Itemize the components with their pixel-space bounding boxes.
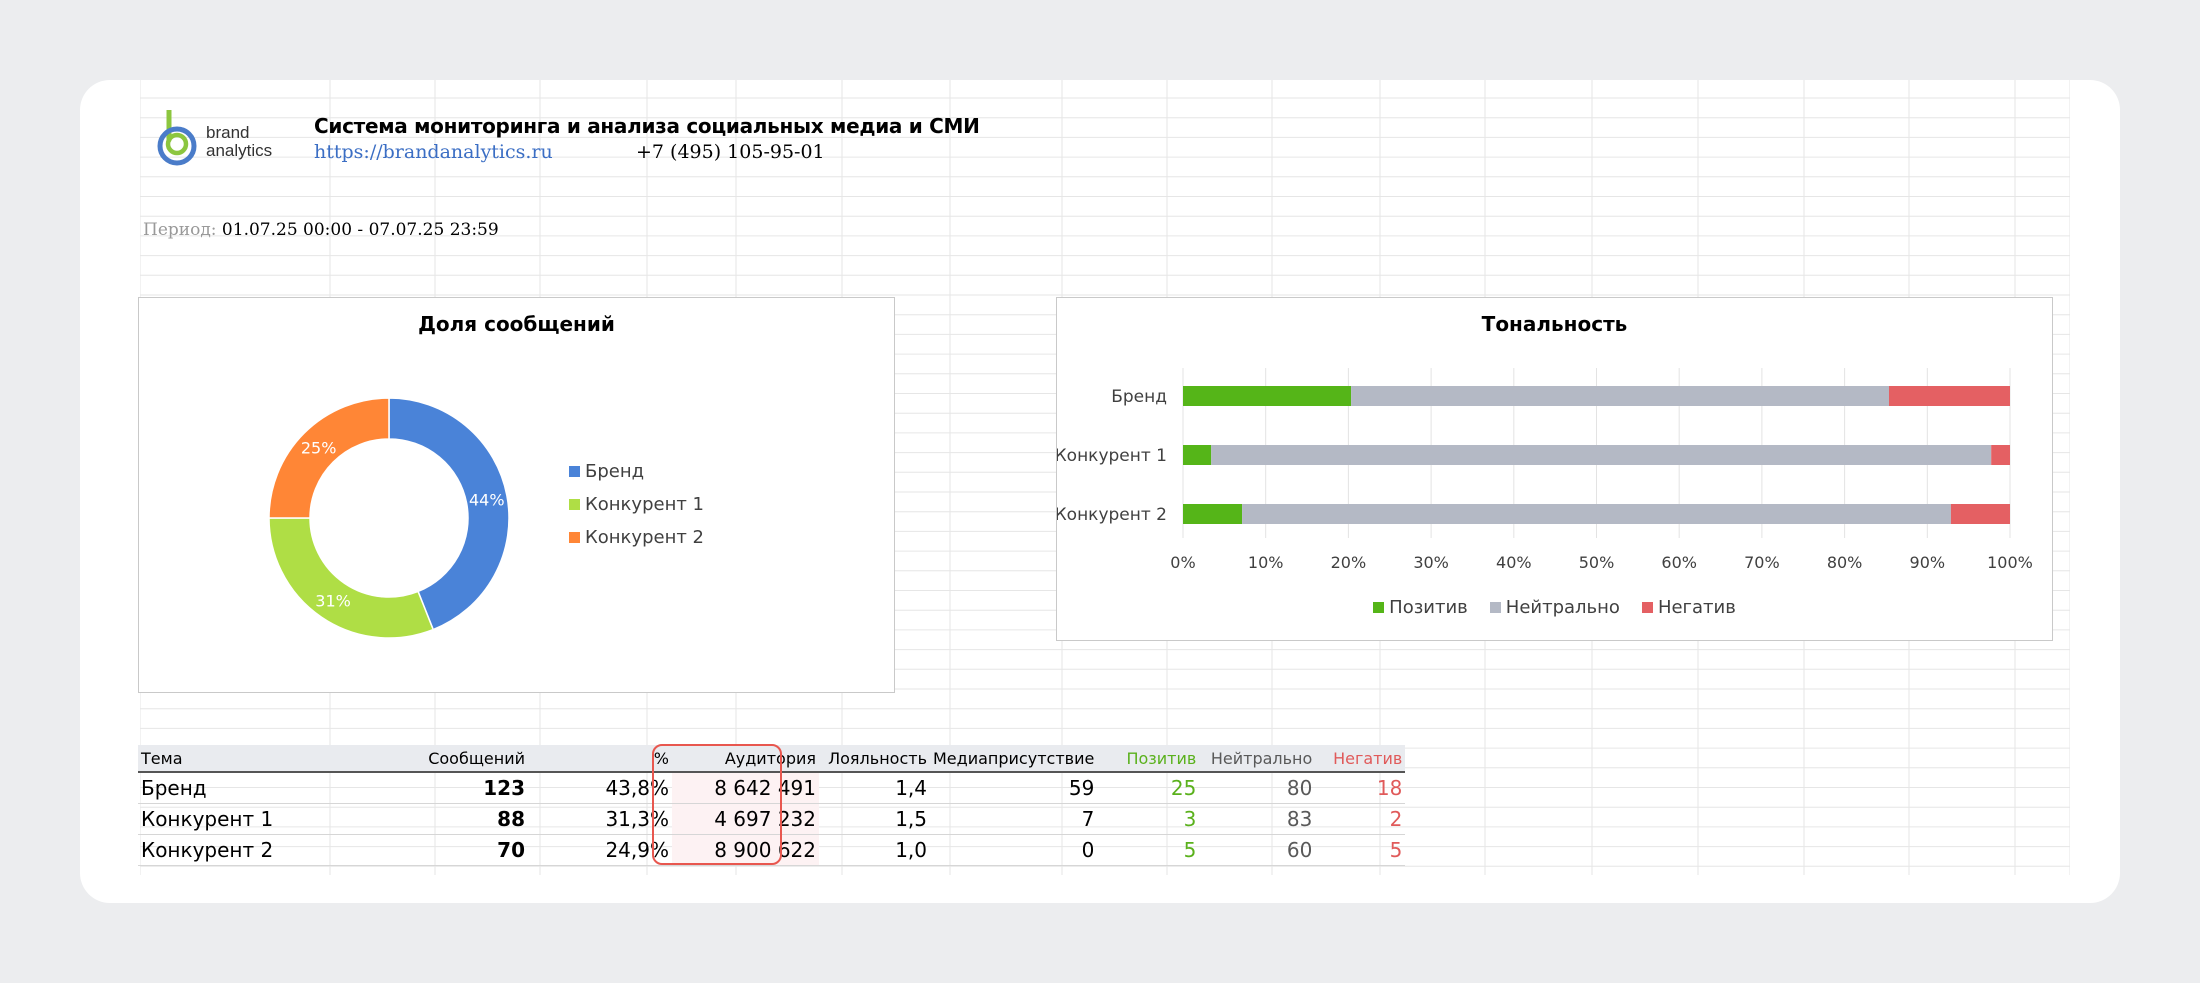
y-category-label: Конкурент 1 — [1057, 446, 1167, 466]
col-header-topic: Тема — [138, 745, 382, 773]
x-tick-label: 70% — [1744, 553, 1780, 572]
x-tick-label: 10% — [1248, 553, 1284, 572]
col-header-percent: % — [528, 745, 672, 773]
cell-neutral: 83 — [1199, 803, 1316, 835]
cell-positive: 5 — [1097, 834, 1200, 866]
donut-data-label: 44% — [469, 490, 505, 509]
x-tick-label: 60% — [1661, 553, 1697, 572]
y-category-label: Конкурент 2 — [1057, 505, 1167, 525]
phone-number: +7 (495) 105-95-01 — [636, 141, 825, 163]
y-category-label: Бренд — [1111, 387, 1167, 407]
cell-topic: Конкурент 1 — [138, 803, 382, 835]
legend-item-brand: Бренд — [569, 461, 644, 482]
legend-item-neutral: Нейтрально — [1489, 597, 1620, 618]
share-donut: 44% 31% 25% — [268, 397, 510, 639]
donut-data-label: 31% — [315, 591, 351, 610]
legend-label-competitor-2: Конкурент 2 — [585, 527, 705, 548]
legend-label-neutral: Нейтрально — [1505, 597, 1620, 618]
cell-neutral: 80 — [1199, 772, 1316, 804]
cell-media-presence: 0 — [930, 834, 1098, 866]
legend-item-competitor-2: Конкурент 2 — [569, 527, 704, 548]
col-header-media-presence: Медиаприсутствие — [930, 745, 1098, 773]
cell-negative: 18 — [1315, 772, 1406, 804]
x-tick-label: 40% — [1496, 553, 1532, 572]
col-header-neutral: Нейтрально — [1199, 745, 1316, 773]
col-header-loyalty: Лояльность — [819, 745, 930, 773]
share-chart[interactable]: Доля сообщений 44% 31% 25% Бренд Конкурент… — [138, 297, 895, 693]
cell-percent: 43,8% — [528, 772, 672, 804]
cell-positive: 25 — [1097, 772, 1200, 804]
cell-topic: Бренд — [138, 772, 382, 804]
cell-neutral: 60 — [1199, 834, 1316, 866]
logo-wordmark: brand analytics — [206, 124, 272, 160]
cell-percent: 31,3% — [528, 803, 672, 835]
cell-loyalty: 1,4 — [819, 772, 930, 804]
logo-word-brand: brand — [206, 123, 250, 142]
period-value: 01.07.25 00:00 - 07.07.25 23:59 — [216, 220, 499, 240]
cell-loyalty: 1,0 — [819, 834, 930, 866]
legend-label-negative: Негатив — [1657, 597, 1736, 618]
cell-messages: 70 — [382, 834, 528, 866]
bar-segment-positive — [1183, 386, 1352, 406]
bar-segment-negative — [1888, 386, 2010, 406]
legend-swatch-neutral — [1489, 602, 1501, 613]
cell-media-presence: 7 — [930, 803, 1098, 835]
legend-item-positive: Позитив — [1373, 597, 1468, 618]
cell-negative: 5 — [1315, 834, 1406, 866]
legend-label-positive: Позитив — [1389, 597, 1468, 618]
cell-percent: 24,9% — [528, 834, 672, 866]
donut-slice-competitor-2 — [268, 397, 390, 519]
audience-column-highlight — [652, 744, 782, 865]
x-tick-label: 90% — [1910, 553, 1946, 572]
bar-segment-positive — [1183, 504, 1243, 524]
donut-slice-competitor-1 — [268, 517, 435, 639]
share-chart-title: Доля сообщений — [418, 312, 615, 336]
website-link[interactable]: https://brandanalytics.ru — [314, 141, 553, 163]
cell-positive: 3 — [1097, 803, 1200, 835]
col-header-messages: Сообщений — [382, 745, 528, 773]
x-tick-label: 30% — [1413, 553, 1449, 572]
legend-item-competitor-1: Конкурент 1 — [569, 494, 704, 515]
period-label: Период: — [143, 220, 217, 240]
sentiment-bars: 0% 10% 20% 30% 40% 50% 60% 70% 80% 90% 100% Бренд Ко… — [1057, 368, 2033, 572]
page-title: Система мониторинга и анализа социальных… — [314, 114, 980, 138]
donut-data-label: 25% — [301, 439, 337, 458]
report-card: brand analytics Система мониторинга и ан… — [80, 80, 2120, 903]
bar-segment-neutral — [1351, 386, 1889, 406]
x-tick-label: 50% — [1579, 553, 1615, 572]
col-header-positive: Позитив — [1097, 745, 1200, 773]
legend-swatch-competitor-1 — [569, 499, 580, 510]
x-tick-label: 20% — [1331, 553, 1367, 572]
legend-item-negative: Негатив — [1641, 597, 1736, 618]
cell-loyalty: 1,5 — [819, 803, 930, 835]
bar-segment-negative — [1950, 504, 2010, 524]
bar-segment-neutral — [1242, 504, 1951, 524]
legend-label-brand: Бренд — [585, 461, 645, 482]
bar-segment-positive — [1183, 445, 1212, 465]
sentiment-chart[interactable]: Тональность 0% 10% 20% 30% 40% 50% 60% 70% 80% 90… — [1056, 297, 2053, 641]
legend-swatch-competitor-2 — [569, 532, 580, 543]
legend-label-competitor-1: Конкурент 1 — [585, 494, 705, 515]
logo-word-analytics: analytics — [206, 141, 273, 160]
period-line: Период: 01.07.25 00:00 - 07.07.25 23:59 — [143, 220, 499, 240]
bar-segment-negative — [1991, 445, 2010, 465]
x-tick-label: 0% — [1170, 553, 1195, 572]
col-header-negative: Негатив — [1315, 745, 1406, 773]
legend-swatch-negative — [1641, 602, 1653, 613]
cell-topic: Конкурент 2 — [138, 834, 382, 866]
x-tick-label: 80% — [1827, 553, 1863, 572]
bar-segment-neutral — [1211, 445, 1992, 465]
cell-messages: 88 — [382, 803, 528, 835]
sentiment-legend: Позитив Нейтрально Негатив — [1057, 597, 2052, 618]
cell-media-presence: 59 — [930, 772, 1098, 804]
x-tick-label: 100% — [1987, 553, 2033, 572]
legend-swatch-brand — [569, 466, 580, 477]
cell-negative: 2 — [1315, 803, 1406, 835]
legend-swatch-positive — [1373, 602, 1385, 613]
cell-messages: 123 — [382, 772, 528, 804]
